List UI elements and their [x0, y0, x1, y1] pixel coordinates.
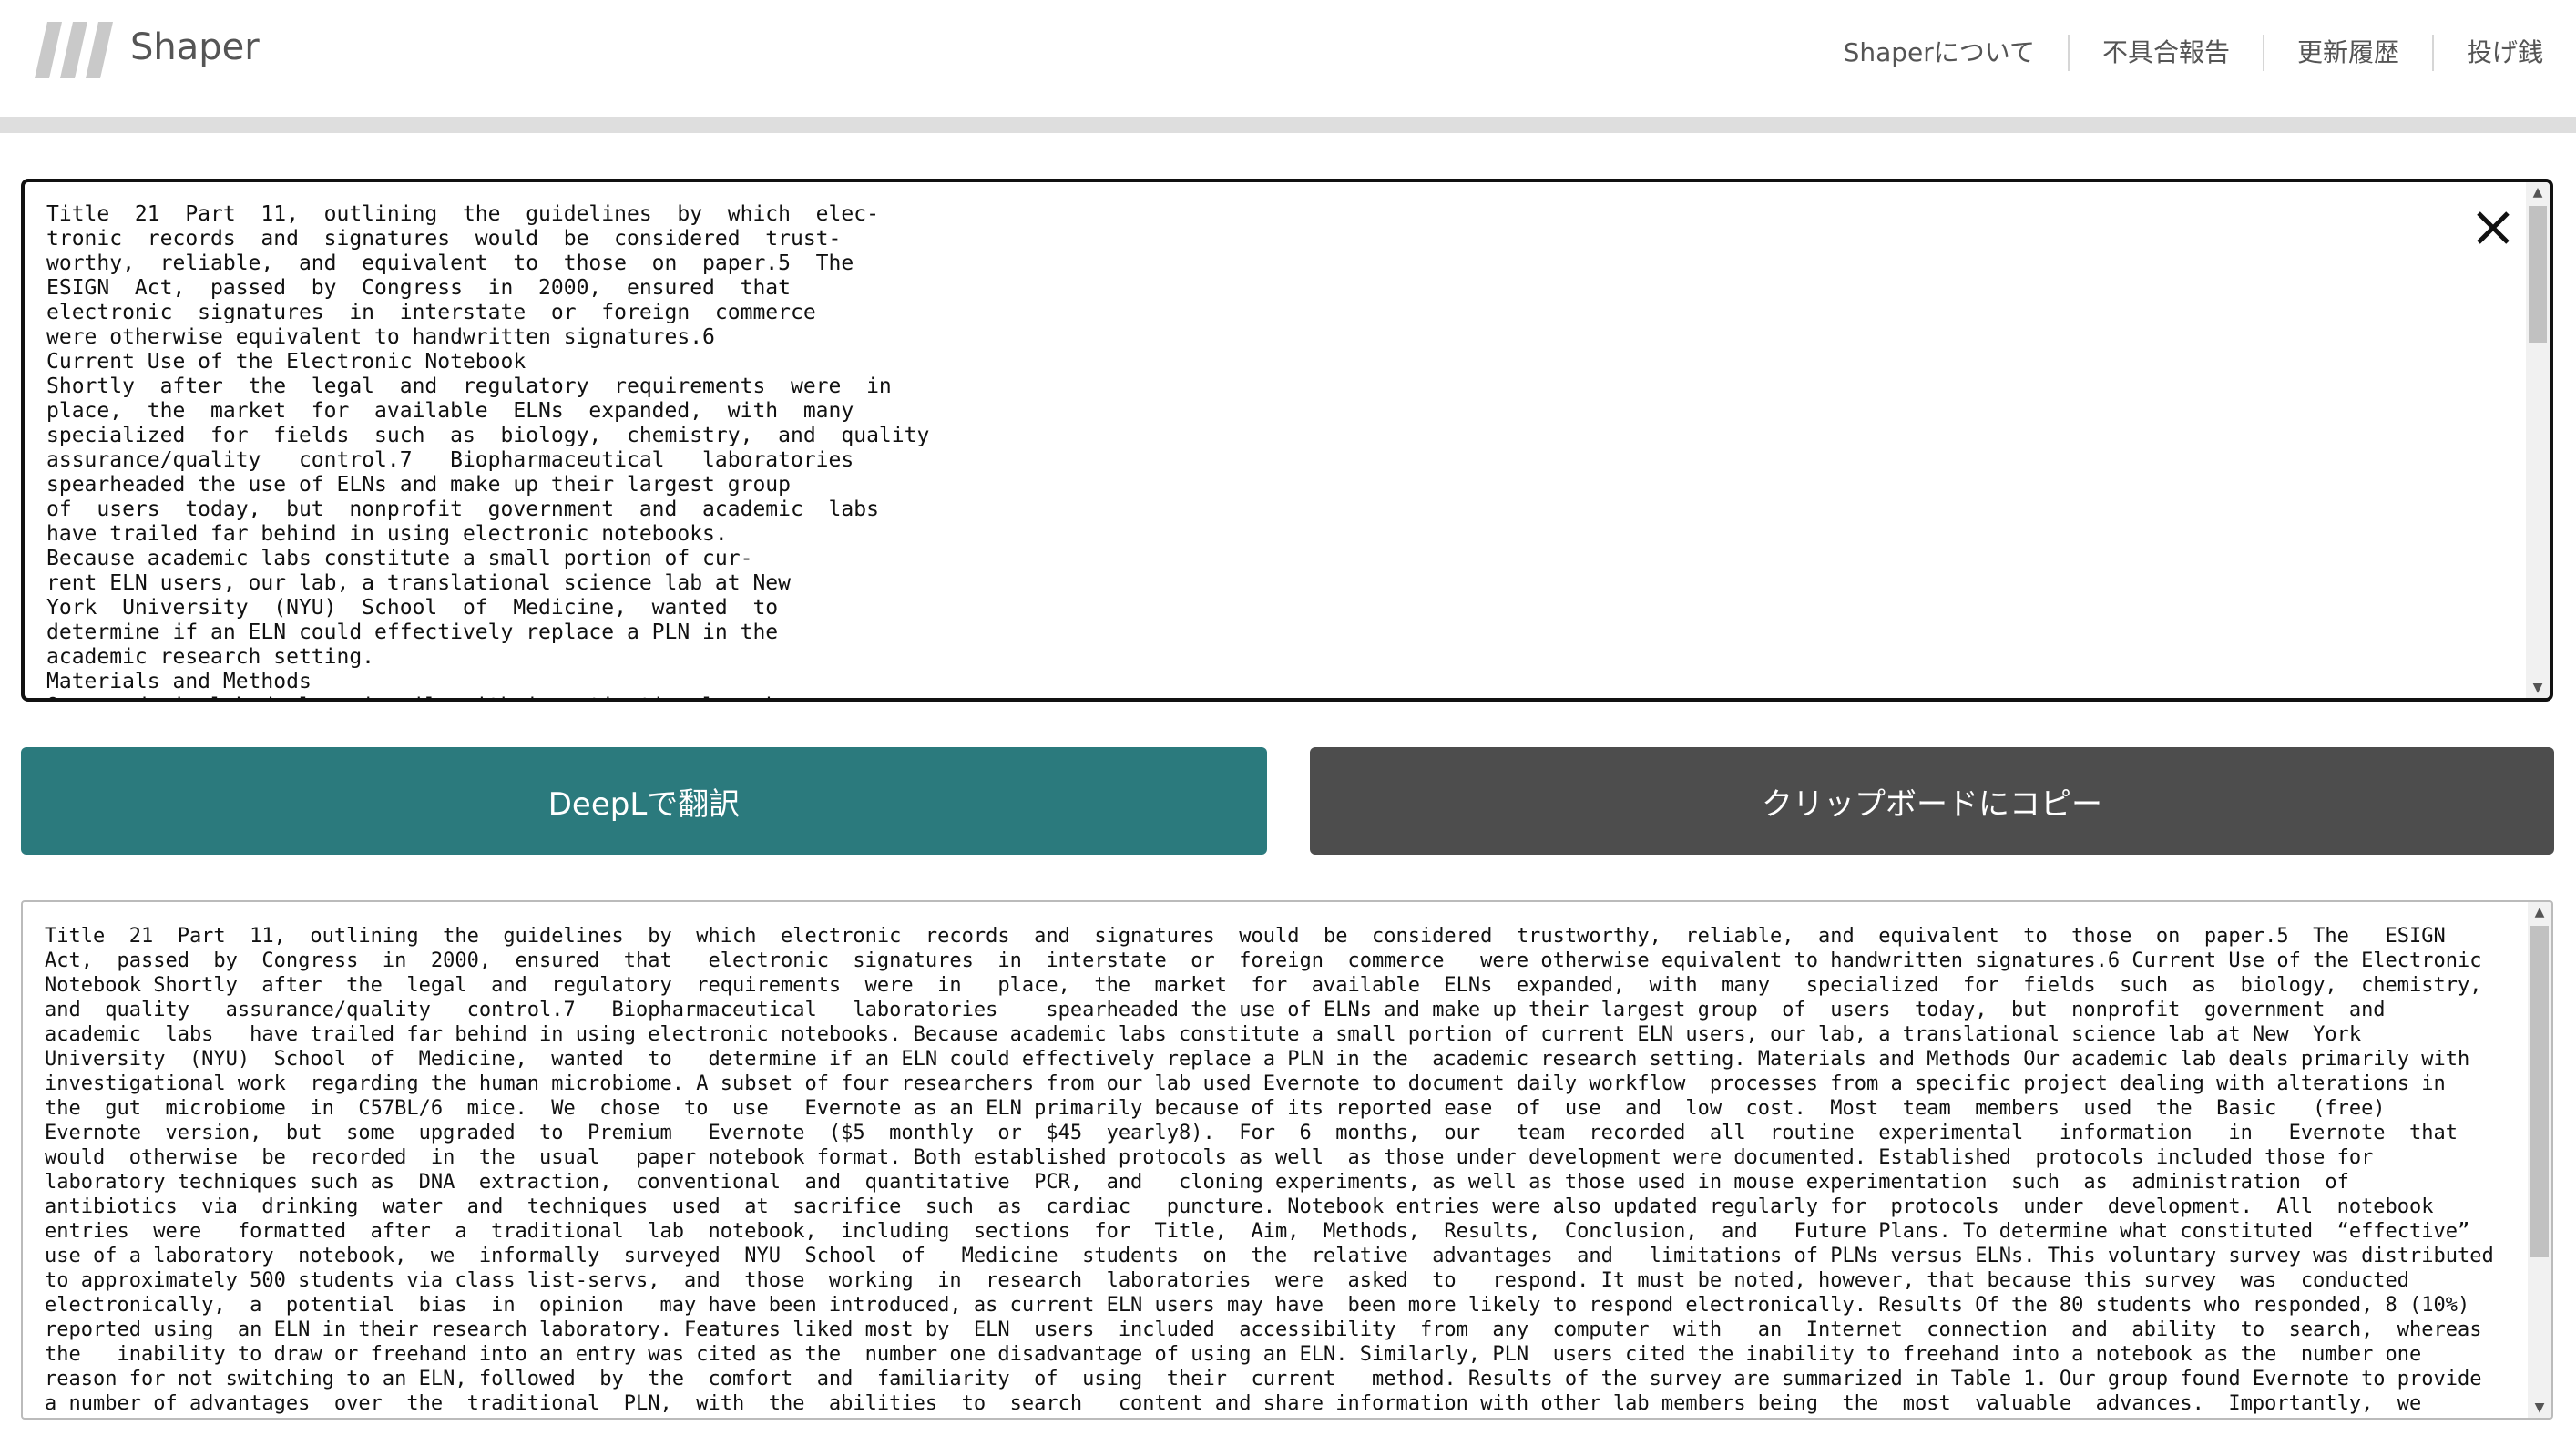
- shaper-logo-icon[interactable]: [35, 22, 115, 78]
- scroll-up-arrow-icon[interactable]: ▲: [2528, 902, 2551, 922]
- app-header: Shaper Shaperについて 不具合報告 更新履歴 投げ銭: [0, 0, 2576, 117]
- app-title[interactable]: Shaper: [130, 20, 260, 75]
- output-text[interactable]: Title 21 Part 11, outlining the guidelin…: [45, 924, 2522, 1416]
- input-scroll-thumb[interactable]: [2529, 206, 2547, 343]
- deepl-translate-button[interactable]: DeepLで翻訳: [21, 747, 1267, 855]
- nav-link-bug-report[interactable]: 不具合報告: [2067, 35, 2263, 71]
- scroll-down-arrow-icon[interactable]: ▼: [2528, 1398, 2551, 1418]
- output-scroll-thumb[interactable]: [2530, 926, 2549, 1257]
- scroll-down-arrow-icon[interactable]: ▼: [2526, 678, 2550, 698]
- input-scrollbar[interactable]: ▲ ▼: [2526, 182, 2550, 698]
- header-divider: [0, 117, 2576, 133]
- top-nav: Shaperについて 不具合報告 更新履歴 投げ銭: [1811, 31, 2576, 75]
- output-scrollbar[interactable]: ▲ ▼: [2528, 902, 2551, 1418]
- clear-input-button[interactable]: [2473, 208, 2513, 248]
- output-textarea[interactable]: Title 21 Part 11, outlining the guidelin…: [21, 900, 2553, 1420]
- scroll-up-arrow-icon[interactable]: ▲: [2526, 182, 2550, 202]
- nav-link-changelog[interactable]: 更新履歴: [2262, 35, 2432, 71]
- input-text[interactable]: Title 21 Part 11, outlining the guidelin…: [46, 202, 2451, 698]
- input-textarea[interactable]: Title 21 Part 11, outlining the guidelin…: [21, 179, 2553, 702]
- nav-link-about[interactable]: Shaperについて: [1811, 35, 2068, 71]
- nav-link-donate[interactable]: 投げ銭: [2431, 35, 2576, 71]
- copy-to-clipboard-button[interactable]: クリップボードにコピー: [1310, 747, 2554, 855]
